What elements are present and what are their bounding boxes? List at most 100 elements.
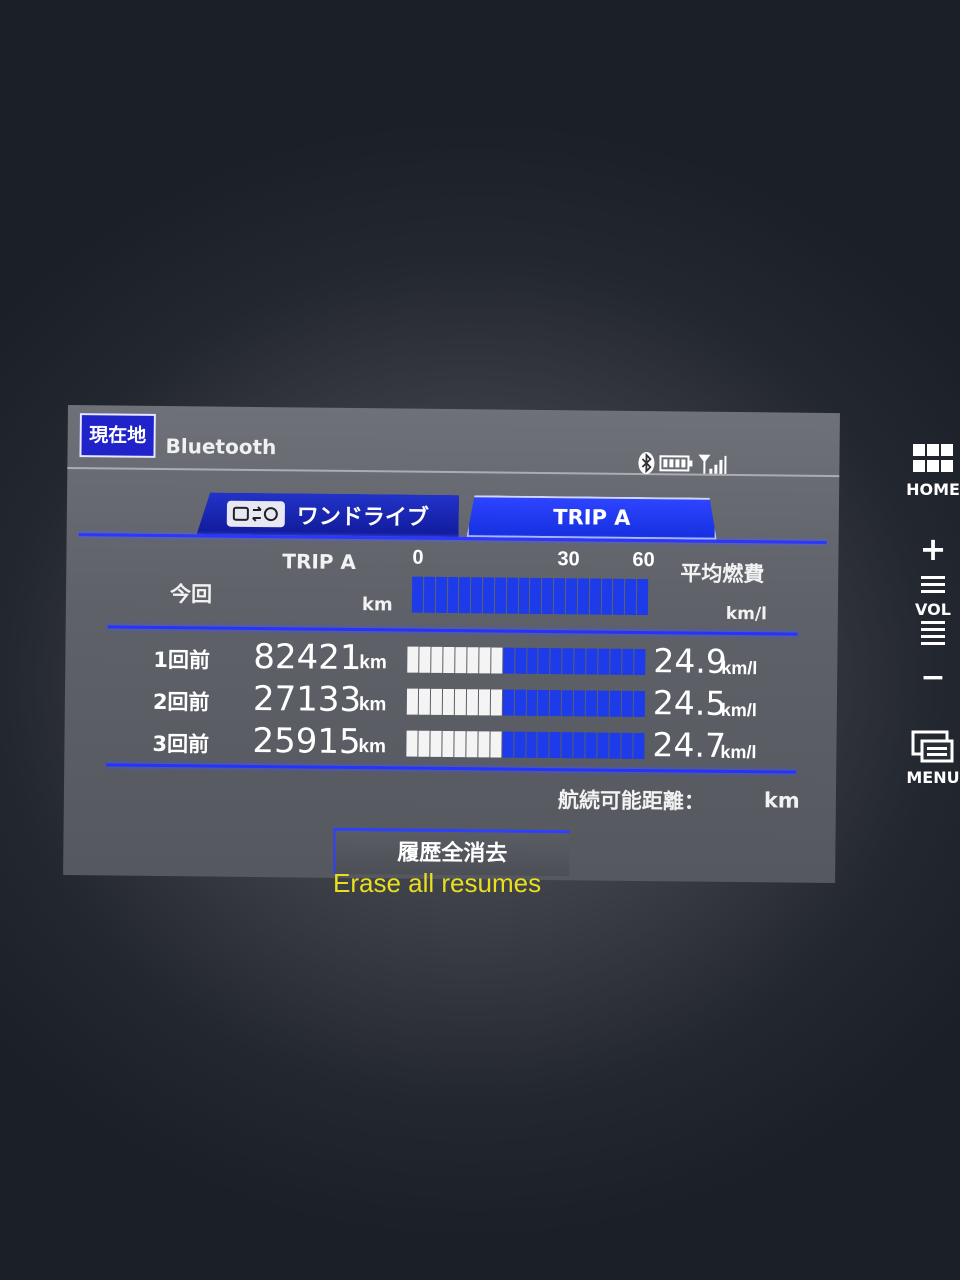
current-distance-unit: km bbox=[361, 594, 393, 616]
bar-segment bbox=[459, 577, 471, 614]
scale-tick-30: 30 bbox=[557, 548, 580, 571]
bar-segment bbox=[550, 690, 562, 717]
bar-segment bbox=[542, 577, 554, 615]
volume-down-button[interactable]: − bbox=[906, 660, 960, 695]
tab-one-drive[interactable]: ワンドライブ bbox=[197, 492, 459, 537]
scale: 0 30 60 bbox=[412, 547, 654, 575]
bar-segment bbox=[537, 731, 550, 759]
volume-up-button[interactable]: + bbox=[906, 530, 960, 568]
bar-segment bbox=[538, 647, 550, 675]
bar-segment bbox=[573, 732, 585, 759]
bar-segment bbox=[406, 688, 419, 715]
bar-segment bbox=[553, 578, 566, 615]
signal-icon bbox=[698, 454, 727, 474]
nav-screen: 現在地 Bluetooth ワンドライブ TRIP A TRIP A 今回 km… bbox=[63, 405, 840, 884]
bar-segment bbox=[562, 690, 574, 717]
caption-text: Erase all resumes bbox=[333, 868, 542, 898]
bar-segment bbox=[633, 732, 645, 760]
history-distance: 25915 bbox=[252, 720, 361, 763]
bar-segment bbox=[526, 689, 538, 716]
volume-label: VOL bbox=[915, 600, 951, 619]
bar-segment bbox=[466, 647, 479, 674]
bar-segment bbox=[490, 731, 502, 758]
status-icons bbox=[637, 451, 727, 476]
bar-segment bbox=[501, 731, 514, 758]
bar-segment bbox=[561, 732, 573, 759]
bar-segment bbox=[435, 576, 447, 613]
source-label: Bluetooth bbox=[165, 434, 277, 460]
one-drive-icon bbox=[227, 501, 285, 528]
menu-icon bbox=[911, 730, 954, 763]
history-distance: 27133 bbox=[252, 678, 362, 721]
bar-segment bbox=[550, 648, 562, 675]
bar-segment bbox=[586, 648, 598, 675]
bar-segment bbox=[636, 578, 649, 616]
scale-tick-60: 60 bbox=[632, 548, 655, 572]
bar-segment bbox=[549, 732, 561, 759]
bar-segment bbox=[526, 647, 538, 674]
current-efficiency-unit: km/l bbox=[725, 603, 768, 625]
bar-segment bbox=[589, 578, 601, 615]
history-distance-unit: km bbox=[359, 652, 387, 674]
bar-segment bbox=[443, 646, 455, 674]
bar-segment bbox=[574, 690, 586, 717]
bar-segment bbox=[431, 646, 443, 673]
current-row-label: 今回 bbox=[169, 582, 213, 607]
bar-segment bbox=[621, 732, 633, 759]
tab-bar: ワンドライブ TRIP A bbox=[67, 491, 839, 547]
home-button[interactable]: HOME bbox=[906, 442, 960, 499]
menu-button[interactable]: MENU bbox=[906, 728, 960, 787]
trip-column-label: TRIP A bbox=[282, 549, 357, 575]
bar-segment bbox=[455, 647, 467, 674]
history-distance-unit: km bbox=[358, 694, 387, 716]
bar-segment bbox=[442, 688, 454, 716]
range-unit: km bbox=[763, 788, 800, 813]
bar-segment bbox=[423, 576, 435, 613]
bar-segment bbox=[411, 576, 424, 613]
bar-segment bbox=[610, 648, 622, 675]
home-label: HOME bbox=[906, 480, 960, 499]
bar-segment bbox=[430, 688, 442, 715]
bar-segment bbox=[601, 578, 613, 615]
volume-control[interactable]: VOL bbox=[906, 574, 960, 649]
bar-segment bbox=[634, 648, 646, 676]
tab-trip-a[interactable]: TRIP A bbox=[467, 495, 717, 540]
history-row: 1回前 82421 km 24.9 km/l bbox=[65, 635, 837, 683]
bar-segment bbox=[586, 690, 598, 717]
bar-segment bbox=[538, 689, 550, 717]
history-efficiency: 24.5 bbox=[652, 683, 727, 723]
bar-segment bbox=[478, 647, 491, 674]
history-distance-unit: km bbox=[358, 736, 387, 758]
volume-down-bars-icon bbox=[921, 621, 945, 645]
bar-segment bbox=[466, 731, 478, 758]
menu-label: MENU bbox=[906, 768, 960, 787]
bar-segment bbox=[622, 648, 634, 675]
history-efficiency-unit: km/l bbox=[721, 657, 758, 679]
current-location-button[interactable]: 現在地 bbox=[79, 413, 156, 458]
bar-segment bbox=[406, 730, 418, 757]
history-label: 2回前 bbox=[152, 689, 210, 715]
history-label: 1回前 bbox=[153, 647, 211, 673]
volume-up-bars-icon bbox=[921, 576, 945, 593]
bar-segment bbox=[633, 690, 646, 718]
bar-segment bbox=[482, 577, 495, 614]
bar-segment bbox=[609, 690, 622, 717]
bar-segment bbox=[562, 648, 574, 675]
history-row: 3回前 25915 km 24.7 km/l bbox=[64, 719, 836, 767]
bar-segment bbox=[502, 689, 514, 716]
bar-segment bbox=[419, 646, 431, 673]
bar-segment bbox=[447, 576, 459, 614]
bar-segment bbox=[513, 731, 526, 758]
current-efficiency-bar bbox=[411, 576, 649, 616]
bar-segment bbox=[525, 731, 538, 758]
bar-segment bbox=[598, 690, 610, 717]
bar-segment bbox=[478, 689, 490, 716]
bar-segment bbox=[490, 689, 502, 716]
history-efficiency: 24.9 bbox=[653, 641, 728, 681]
top-bar: 現在地 Bluetooth bbox=[67, 405, 840, 478]
battery-icon bbox=[659, 455, 693, 472]
bar-segment bbox=[577, 578, 589, 615]
bar-segment bbox=[621, 690, 634, 717]
bar-segment bbox=[625, 578, 637, 615]
bar-segment bbox=[418, 688, 430, 715]
